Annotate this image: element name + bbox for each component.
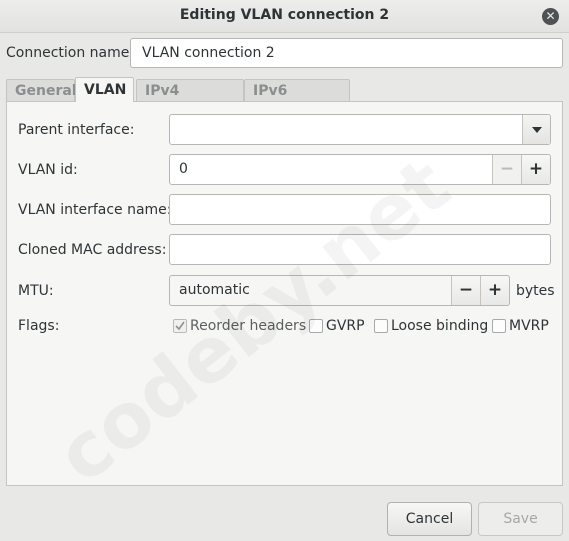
tab-ipv4-settings[interactable]: IPv4 Settings [136, 79, 244, 121]
tab-ipv6-settings[interactable]: IPv6 Settings [244, 79, 350, 121]
mtu-decrement-button[interactable]: − [451, 276, 480, 305]
checkbox-box [374, 319, 388, 333]
reorder-headers-label: Reorder headers [190, 318, 307, 334]
tab-bar: General VLAN IPv4 Settings IPv6 Settings [6, 77, 563, 121]
vlan-id-decrement-button[interactable]: − [492, 155, 521, 184]
mvrp-checkbox[interactable]: MVRP [492, 318, 552, 334]
connection-name-label: Connection name: [6, 45, 135, 61]
checkbox-box [173, 319, 187, 333]
vlan-id-value: 0 [179, 161, 188, 177]
title-bar: Editing VLAN connection 2 ✕ [0, 0, 569, 33]
close-icon[interactable]: ✕ [542, 8, 559, 25]
checkbox-box [309, 319, 323, 333]
tab-vlan[interactable]: VLAN [75, 77, 134, 102]
checkmark-icon [175, 321, 185, 331]
mtu-spinner[interactable]: automatic − + [169, 275, 510, 306]
gvrp-checkbox[interactable]: GVRP [309, 318, 369, 334]
vlan-id-spinner[interactable]: 0 − + [169, 154, 551, 185]
mtu-increment-button[interactable]: + [480, 276, 509, 305]
loose-binding-label: Loose binding [391, 318, 489, 334]
vlan-interface-name-label: VLAN interface name: [18, 202, 172, 218]
vlan-id-increment-button[interactable]: + [521, 155, 550, 184]
parent-interface-combo[interactable] [169, 114, 551, 145]
chevron-down-icon [532, 127, 542, 133]
save-button[interactable]: Save [478, 502, 563, 536]
mtu-unit-label: bytes [516, 283, 555, 299]
tab-general[interactable]: General [6, 79, 77, 101]
gvrp-label: GVRP [326, 318, 365, 334]
window-title: Editing VLAN connection 2 [179, 7, 390, 23]
mvrp-label: MVRP [509, 318, 549, 334]
connection-name-input[interactable]: VLAN connection 2 [130, 38, 563, 68]
dropdown-button[interactable] [522, 115, 550, 144]
flags-label: Flags: [18, 318, 60, 334]
mtu-value: automatic [179, 282, 250, 298]
loose-binding-checkbox[interactable]: Loose binding [374, 318, 489, 334]
checkbox-box [492, 319, 506, 333]
vlan-id-label: VLAN id: [18, 162, 78, 178]
cancel-button[interactable]: Cancel [387, 502, 472, 536]
mtu-label: MTU: [18, 283, 54, 299]
vlan-interface-name-input[interactable] [169, 194, 551, 225]
parent-interface-label: Parent interface: [18, 122, 135, 138]
cloned-mac-label: Cloned MAC address: [18, 242, 167, 258]
reorder-headers-checkbox[interactable]: Reorder headers [173, 318, 307, 334]
cloned-mac-input[interactable] [169, 234, 551, 265]
